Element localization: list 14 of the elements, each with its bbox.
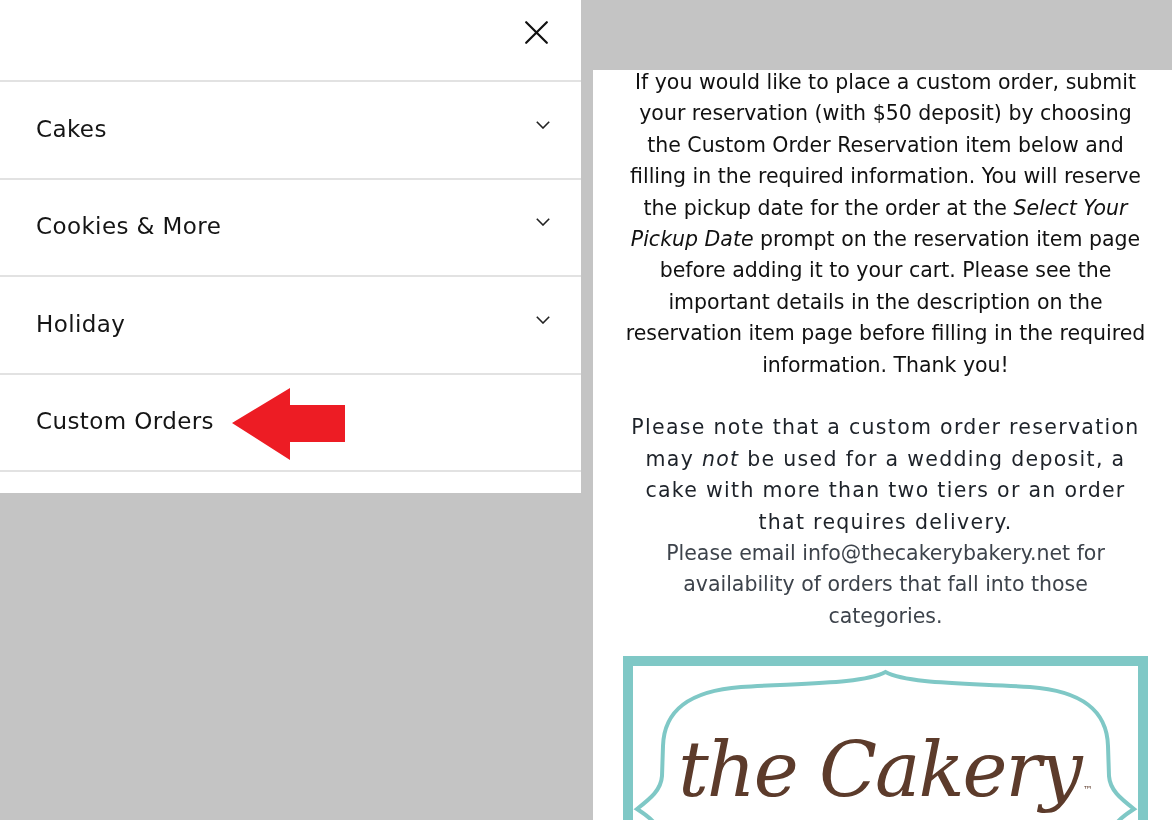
chevron-down-icon[interactable] (536, 120, 550, 129)
close-icon (525, 21, 548, 44)
contact-paragraph: Please email info@thecakerybakery.net for availability of orders that fall into those categories. (665, 540, 1106, 630)
notice-paragraph: Please note that a custom order reservation may not be used for a wedding deposit, a cake with more than two tiers or an order that requires delivery. (630, 414, 1141, 536)
chevron-down-icon[interactable] (536, 315, 550, 324)
menu-item[interactable]: Holiday (36, 310, 126, 339)
info-paragraph: If you would like to place a custom order, submit your reservation (with $50 deposit) by choosing the Custom Order Reservation item below and filling in the required information. You will reserve the pickup date for the order at the Select Your Pickup Date prompt on the reservation item page before adding it to your cart. Please see the important details in the description on the reservation item page before filling in the required information. Thank you! (624, 70, 1147, 379)
trademark-symbol: ™ (1082, 785, 1093, 796)
close-button[interactable] (525, 21, 548, 44)
logo-text: the Cakery (678, 724, 1081, 817)
menu-item[interactable]: Cookies & More (36, 213, 222, 242)
chevron-down-icon[interactable] (536, 218, 550, 227)
menu-item[interactable]: Cakes (36, 115, 107, 144)
menu-item[interactable]: Custom Orders (36, 408, 214, 437)
